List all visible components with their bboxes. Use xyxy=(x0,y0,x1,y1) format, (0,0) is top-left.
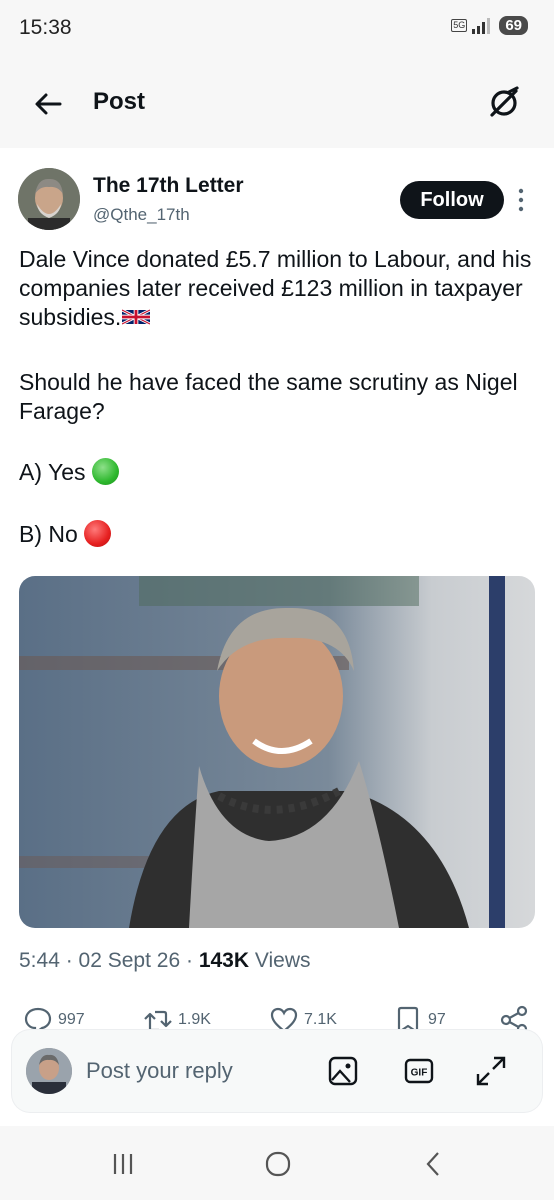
tweet-text-paragraph-1: Dale Vince donated £5.7 million to Labou… xyxy=(19,245,539,332)
signal-icon xyxy=(472,17,491,34)
poll-option-a: A) Yes xyxy=(19,458,539,487)
option-a-label: A) Yes xyxy=(19,459,86,485)
uk-flag-emoji xyxy=(122,308,151,326)
author-avatar[interactable] xyxy=(18,168,80,230)
expand-icon[interactable] xyxy=(474,1054,508,1088)
tweet-meta: 5:44 · 02 Sept 26 · 143K Views xyxy=(19,949,311,973)
tweet-image[interactable] xyxy=(19,576,535,928)
recent-apps-icon[interactable] xyxy=(107,1148,139,1180)
reply-composer[interactable]: Post your reply GIF xyxy=(12,1030,542,1112)
image-icon[interactable] xyxy=(326,1054,360,1088)
network-type-icon: 5G xyxy=(451,19,468,32)
back-arrow-icon[interactable] xyxy=(30,86,66,122)
svg-text:GIF: GIF xyxy=(411,1068,428,1079)
system-nav-bar xyxy=(0,1126,554,1200)
poll-option-b: B) No xyxy=(19,520,539,549)
page-title: Post xyxy=(93,88,146,115)
status-time: 15:38 xyxy=(19,16,72,39)
tweet-time: 5:44 xyxy=(19,949,60,972)
battery-indicator: 69 xyxy=(499,16,528,35)
tweet-date: 02 Sept 26 xyxy=(78,949,181,972)
top-app-bar: Post xyxy=(0,60,554,148)
grok-icon[interactable] xyxy=(484,83,524,123)
more-vertical-icon[interactable] xyxy=(514,187,528,213)
repost-count: 1.9K xyxy=(178,1011,211,1028)
meta-separator: · xyxy=(180,949,199,972)
user-avatar xyxy=(26,1048,72,1094)
status-bar: 15:38 5G 69 xyxy=(0,0,554,60)
reply-input[interactable]: Post your reply xyxy=(86,1058,233,1084)
back-nav-icon[interactable] xyxy=(418,1148,450,1180)
green-circle-emoji xyxy=(91,458,119,485)
author-handle[interactable]: @Qthe_17th xyxy=(93,205,190,225)
bookmark-count: 97 xyxy=(428,1011,446,1028)
tweet-text-paragraph-2: Should he have faced the same scrutiny a… xyxy=(19,369,518,424)
home-icon[interactable] xyxy=(262,1148,294,1180)
like-count: 7.1K xyxy=(304,1011,337,1028)
views-count: 143K xyxy=(198,949,250,972)
meta-separator: · xyxy=(59,949,79,972)
gif-icon[interactable]: GIF xyxy=(402,1054,436,1088)
views-label: Views xyxy=(249,949,311,972)
red-circle-emoji xyxy=(83,520,111,547)
author-name[interactable]: The 17th Letter xyxy=(93,174,244,198)
status-icons: 5G 69 xyxy=(451,16,528,35)
reply-count: 997 xyxy=(58,1011,85,1028)
follow-button[interactable]: Follow xyxy=(400,181,504,219)
option-b-label: B) No xyxy=(19,521,78,547)
tweet-line-1: Dale Vince donated £5.7 million to Labou… xyxy=(19,246,532,330)
